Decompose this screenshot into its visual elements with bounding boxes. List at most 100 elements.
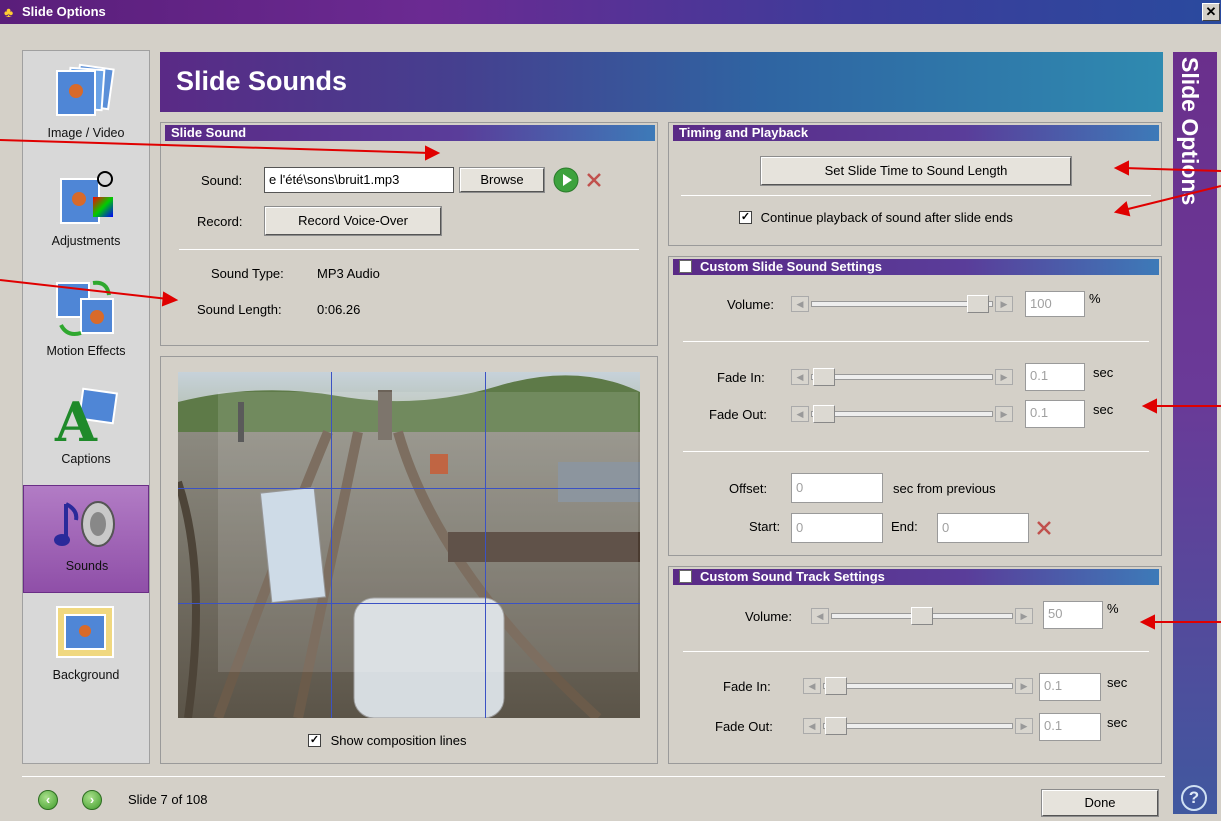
slider-left-arrow[interactable]: ◀ [791,296,809,312]
slider-track [823,683,1013,689]
slide-sound-panel: Slide Sound Sound: e l'été\sons\bruit1.m… [160,122,658,346]
sidebar-item-background[interactable]: Background [23,595,149,703]
divider [683,451,1149,452]
custom-slide-sound-header: Custom Slide Sound Settings [673,259,1159,275]
sound-length-label: Sound Length: [197,302,282,317]
timing-playback-panel: Timing and Playback Set Slide Time to So… [668,122,1162,246]
volume-unit: % [1089,291,1101,306]
slider-track [811,411,993,417]
window-title: Slide Options [22,4,106,19]
slider-right-arrow[interactable]: ▶ [995,406,1013,422]
app-icon: ♣ [4,4,14,20]
motion-effects-icon [56,280,114,336]
slider-right-arrow[interactable]: ▶ [1015,718,1033,734]
slider-left-arrow[interactable]: ◀ [791,369,809,385]
track-fade-out-slider[interactable]: ◀ ▶ [803,716,1033,736]
slider-right-arrow[interactable]: ▶ [995,296,1013,312]
clear-sound-icon[interactable] [585,171,603,189]
slider-thumb[interactable] [911,607,933,625]
start-field[interactable]: 0 [791,513,883,543]
fade-in-label: Fade In: [717,370,765,385]
volume-label: Volume: [727,297,774,312]
slider-thumb[interactable] [813,405,835,423]
track-fade-in-unit: sec [1107,675,1128,690]
adjustments-icon [60,171,113,224]
fade-in-field[interactable]: 0.1 [1025,363,1085,391]
slider-thumb[interactable] [825,677,847,695]
help-icon[interactable]: ? [1181,785,1207,811]
continue-playback-label: Continue playback of sound after slide e… [760,210,1013,226]
custom-sound-track-checkbox[interactable] [679,570,692,584]
slider-track [811,374,993,380]
track-fade-in-slider[interactable]: ◀ ▶ [803,676,1033,696]
slider-right-arrow[interactable]: ▶ [995,369,1013,385]
custom-slide-sound-panel: Custom Slide Sound Settings Volume: ◀ ▶ … [668,256,1162,556]
track-fade-out-unit: sec [1107,715,1128,730]
previous-slide-button[interactable]: ‹ [38,790,58,810]
image-video-icon [56,63,115,116]
title-bar: ♣ Slide Options [0,0,1221,24]
slider-thumb[interactable] [813,368,835,386]
sidebar-item-motion-effects[interactable]: Motion Effects [23,271,149,379]
offset-field[interactable]: 0 [791,473,883,503]
show-composition-checkbox[interactable]: ✓ [308,734,321,748]
end-field[interactable]: 0 [937,513,1029,543]
custom-sound-track-title: Custom Sound Track Settings [700,569,885,584]
track-fade-in-label: Fade In: [723,679,771,694]
custom-slide-sound-checkbox[interactable] [679,260,692,274]
background-icon [56,606,114,658]
fade-in-slider[interactable]: ◀ ▶ [791,367,1013,387]
continue-playback-checkbox[interactable]: ✓ [739,211,752,225]
next-slide-button[interactable]: › [82,790,102,810]
set-slide-time-button[interactable]: Set Slide Time to Sound Length [760,156,1072,186]
track-volume-unit: % [1107,601,1119,616]
sidebar-item-captions[interactable]: A Captions [23,379,149,487]
composition-line [178,488,640,489]
sidebar-item-label: Image / Video [47,126,125,140]
clear-offset-icon[interactable] [1035,519,1053,537]
slider-left-arrow[interactable]: ◀ [791,406,809,422]
slide-preview-image [178,372,640,718]
slider-left-arrow[interactable]: ◀ [803,718,821,734]
show-composition-row[interactable]: ✓ Show composition lines [308,732,466,748]
sidebar-item-image-video[interactable]: Image / Video [23,53,149,161]
sound-length-value: 0:06.26 [317,302,361,317]
footer-divider [22,776,1165,777]
side-title: Slide Options [1177,57,1203,206]
slider-left-arrow[interactable]: ◀ [811,608,829,624]
slider-left-arrow[interactable]: ◀ [803,678,821,694]
volume-slider[interactable]: ◀ ▶ [791,294,1013,314]
offset-label: Offset: [729,481,768,496]
track-volume-field[interactable]: 50 [1043,601,1103,629]
track-volume-slider[interactable]: ◀ ▶ [811,606,1033,626]
track-fade-out-label: Fade Out: [715,719,773,734]
slider-right-arrow[interactable]: ▶ [1015,678,1033,694]
slider-thumb[interactable] [825,717,847,735]
volume-field[interactable]: 100 [1025,291,1085,317]
sound-type-value: MP3 Audio [317,266,380,281]
slider-track [811,301,993,307]
offset-suffix: sec from previous [893,481,996,496]
fade-out-field[interactable]: 0.1 [1025,400,1085,428]
composition-line [485,372,486,718]
play-icon[interactable] [553,167,579,193]
slider-track [823,723,1013,729]
start-label: Start: [749,519,781,534]
divider [681,195,1151,196]
record-voice-over-button[interactable]: Record Voice-Over [264,206,442,236]
sound-file-field[interactable]: e l'été\sons\bruit1.mp3 [264,167,454,193]
slider-right-arrow[interactable]: ▶ [1015,608,1033,624]
done-button[interactable]: Done [1041,789,1159,817]
continue-playback-row[interactable]: ✓ Continue playback of sound after slide… [739,209,1013,225]
close-button[interactable]: ✕ [1202,3,1220,21]
sidebar-item-adjustments[interactable]: Adjustments [23,161,149,269]
track-fade-in-field[interactable]: 0.1 [1039,673,1101,701]
slider-thumb[interactable] [967,295,989,313]
track-fade-out-field[interactable]: 0.1 [1039,713,1101,741]
sidebar: Image / Video Adjustments Motion Effects… [22,50,150,764]
timing-playback-title: Timing and Playback [673,125,1159,141]
sidebar-item-sounds[interactable]: Sounds [23,485,149,593]
sounds-icon [54,501,115,547]
browse-button[interactable]: Browse [459,167,545,193]
fade-out-slider[interactable]: ◀ ▶ [791,404,1013,424]
